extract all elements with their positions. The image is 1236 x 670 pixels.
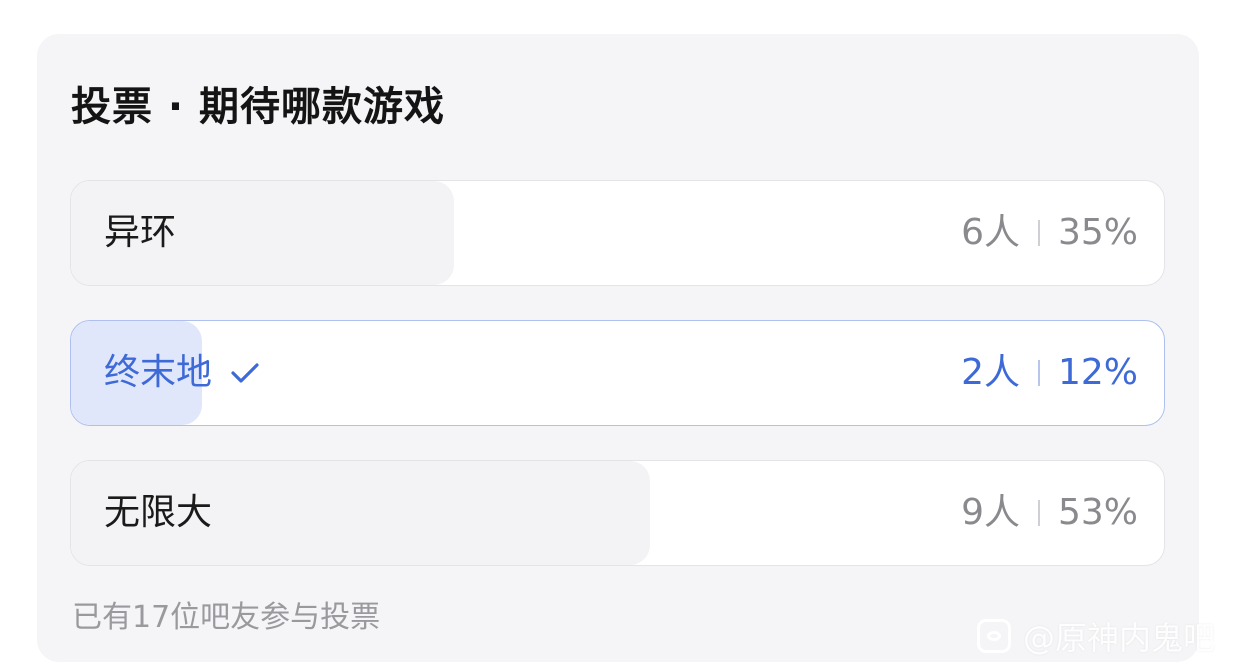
vote-count: 9人 (961, 492, 1020, 533)
chat-bubble-icon (977, 619, 1011, 653)
divider (1037, 220, 1040, 246)
vote-percent: 35% (1057, 212, 1138, 253)
poll-option-zhongmodi[interactable]: 终末地 2人 12% (70, 320, 1165, 426)
watermark: @原神内鬼吧 (977, 614, 1215, 658)
participant-count: 已有17位吧友参与投票 (72, 600, 381, 635)
vote-count: 2人 (961, 352, 1020, 393)
option-label: 无限大 (104, 492, 213, 533)
poll-title: 投票 · 期待哪款游戏 (71, 84, 446, 130)
checkmark-icon (231, 363, 259, 383)
poll-option-yihuan[interactable]: 异环 6人 35% (70, 180, 1165, 286)
divider (1037, 360, 1040, 386)
watermark-text: @原神内鬼吧 (1023, 619, 1216, 657)
divider (1037, 500, 1040, 526)
vote-percent: 12% (1057, 352, 1138, 393)
option-label: 终末地 (104, 352, 213, 393)
poll-option-wuxianda[interactable]: 无限大 9人 53% (70, 460, 1165, 566)
vote-count: 6人 (961, 212, 1020, 253)
poll-card: 投票 · 期待哪款游戏 异环 6人 35% 终末地 2人 12% 无限大 9人 … (37, 34, 1199, 662)
option-label: 异环 (104, 212, 177, 253)
vote-percent: 53% (1057, 492, 1138, 533)
